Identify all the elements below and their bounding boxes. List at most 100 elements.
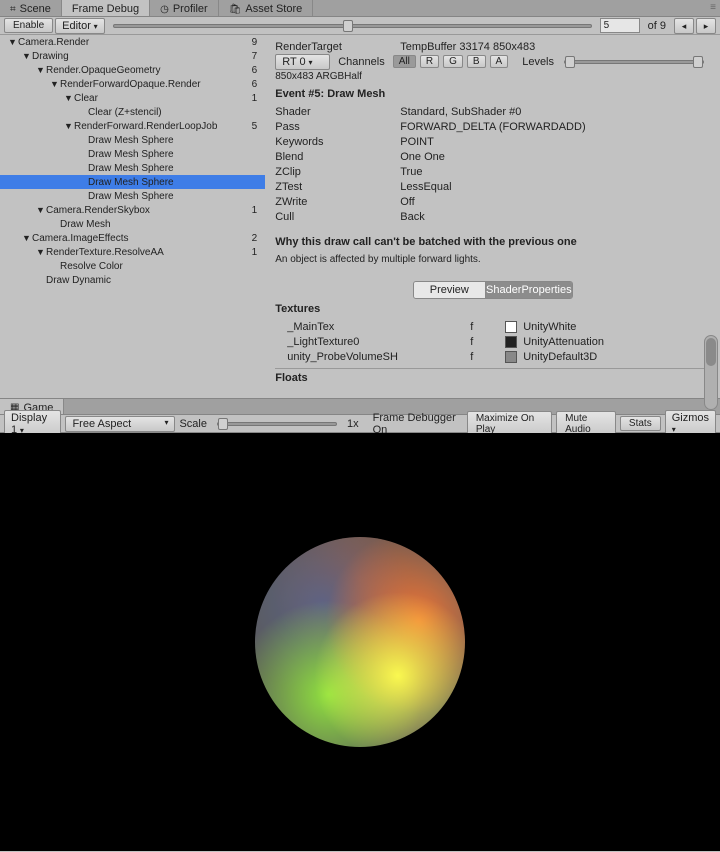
texture-row[interactable]: _MainTexfUnityWhite [275, 319, 710, 334]
tab-asset-store[interactable]: 🛍Asset Store [219, 0, 314, 16]
tree-row[interactable]: ▼Camera.ImageEffects2 [0, 231, 265, 245]
rendertarget-label: RenderTarget [275, 41, 400, 53]
tree-row[interactable]: ▼RenderTexture.ResolveAA1 [0, 245, 265, 259]
tab-frame-debug[interactable]: Frame Debug [62, 0, 150, 16]
aspect-dropdown[interactable]: Free Aspect ▾ [65, 416, 175, 432]
foldout-icon[interactable]: ▼ [36, 65, 46, 75]
tree-row[interactable]: ▼Camera.RenderSkybox1 [0, 203, 265, 217]
frame-total: of 9 [642, 20, 672, 32]
tree-count: 7 [252, 51, 262, 62]
foldout-icon[interactable]: ▼ [64, 93, 74, 103]
frame-slider[interactable] [113, 24, 592, 28]
tree-label: RenderForward.RenderLoopJob [74, 121, 252, 132]
rt-dropdown[interactable]: RT 0 ▾ [275, 54, 330, 70]
tree-row[interactable]: Draw Dynamic [0, 273, 265, 287]
tree-row[interactable]: Draw Mesh Sphere [0, 133, 265, 147]
scale-value: 1x [347, 418, 359, 430]
texture-swatch-icon [505, 321, 517, 333]
tree-count: 6 [252, 79, 262, 90]
next-frame-button[interactable]: ▸ [696, 18, 716, 34]
tree-row[interactable]: ▼Camera.Render9 [0, 35, 265, 49]
tree-label: Camera.ImageEffects [32, 233, 252, 244]
shader-properties-button[interactable]: ShaderProperties [486, 282, 572, 298]
texture-row[interactable]: _LightTexture0fUnityAttenuation [275, 334, 710, 349]
tree-label: Render.OpaqueGeometry [46, 65, 252, 76]
texture-swatch-icon [505, 351, 517, 363]
tree-count: 1 [252, 247, 262, 258]
detail-scrollbar[interactable] [704, 335, 718, 410]
stats-button[interactable]: Stats [620, 416, 661, 431]
channel-r-button[interactable]: R [420, 55, 439, 68]
tree-count: 1 [252, 93, 262, 104]
asset-store-icon: 🛍 [229, 4, 242, 15]
editor-tabs: ⌗Scene Frame Debug ◷Profiler 🛍Asset Stor… [0, 0, 720, 17]
tree-label: Clear [74, 93, 252, 104]
tree-row[interactable]: ▼RenderForwardOpaque.Render6 [0, 77, 265, 91]
levels-slider[interactable] [564, 60, 704, 64]
detail-row: PassFORWARD_DELTA (FORWARDADD) [275, 119, 710, 134]
tree-row[interactable]: ▼Clear1 [0, 91, 265, 105]
tree-row[interactable]: Draw Mesh Sphere [0, 161, 265, 175]
tree-label: Camera.Render [18, 37, 252, 48]
scale-slider[interactable] [217, 422, 337, 426]
tree-label: RenderForwardOpaque.Render [60, 79, 252, 90]
tree-count: 1 [252, 205, 262, 216]
tree-count: 2 [252, 233, 262, 244]
profiler-icon: ◷ [160, 4, 169, 15]
detail-row: ZTestLessEqual [275, 179, 710, 194]
detail-row: ShaderStandard, SubShader #0 [275, 104, 710, 119]
dock-menu-icon[interactable]: ≡ [706, 0, 720, 16]
scene-icon: ⌗ [10, 4, 16, 15]
frame-number-input[interactable] [600, 18, 640, 33]
preview-shader-switch: Preview ShaderProperties [413, 281, 573, 299]
foldout-icon[interactable]: ▼ [36, 205, 46, 215]
tree-label: Draw Mesh Sphere [88, 191, 257, 202]
tab-scene[interactable]: ⌗Scene [0, 0, 62, 16]
prev-frame-button[interactable]: ◂ [674, 18, 694, 34]
channel-a-button[interactable]: A [490, 55, 509, 68]
batch-reason: An object is affected by multiple forwar… [275, 252, 710, 267]
editor-dropdown[interactable]: Editor ▾ [55, 18, 105, 34]
channels-label: Channels [334, 56, 388, 68]
channel-all-button[interactable]: All [393, 55, 416, 68]
foldout-icon[interactable]: ▼ [36, 247, 46, 257]
frame-debug-toolbar: Enable Editor ▾ of 9 ◂ ▸ [0, 17, 720, 35]
tree-row[interactable]: Draw Mesh Sphere [0, 147, 265, 161]
tree-label: Clear (Z+stencil) [88, 107, 257, 118]
tree-label: Resolve Color [60, 261, 257, 272]
detail-row: CullBack [275, 209, 710, 224]
tree-label: Draw Mesh [60, 219, 257, 230]
tree-label: Draw Mesh Sphere [88, 149, 257, 160]
detail-row: KeywordsPOINT [275, 134, 710, 149]
game-view[interactable] [0, 433, 720, 851]
levels-label: Levels [512, 56, 554, 68]
tree-row[interactable]: Clear (Z+stencil) [0, 105, 265, 119]
tree-count: 5 [252, 121, 262, 132]
tab-profiler[interactable]: ◷Profiler [150, 0, 219, 16]
tree-row[interactable]: ▼Drawing7 [0, 49, 265, 63]
texture-row[interactable]: unity_ProbeVolumeSHfUnityDefault3D [275, 349, 710, 364]
detail-pane: RenderTargetTempBuffer 33174 850x483 RT … [265, 35, 720, 398]
foldout-icon[interactable]: ▼ [50, 79, 60, 89]
foldout-icon[interactable]: ▼ [8, 37, 18, 47]
tree-row[interactable]: Draw Mesh Sphere [0, 189, 265, 203]
tree-label: RenderTexture.ResolveAA [46, 247, 252, 258]
foldout-icon[interactable]: ▼ [22, 233, 32, 243]
foldout-icon[interactable]: ▼ [22, 51, 32, 61]
tree-row[interactable]: ▼Render.OpaqueGeometry6 [0, 63, 265, 77]
tree-row[interactable]: Resolve Color [0, 259, 265, 273]
tree-row[interactable]: Draw Mesh [0, 217, 265, 231]
tree-row[interactable]: ▼RenderForward.RenderLoopJob5 [0, 119, 265, 133]
rt-dimensions: 850x483 ARGBHalf [275, 69, 710, 84]
tree-row[interactable]: Draw Mesh Sphere [0, 175, 265, 189]
texture-swatch-icon [505, 336, 517, 348]
foldout-icon[interactable]: ▼ [64, 121, 74, 131]
rendertarget-value: TempBuffer 33174 850x483 [400, 41, 535, 53]
floats-header: Floats [275, 368, 710, 384]
draw-call-tree[interactable]: ▼Camera.Render9▼Drawing7▼Render.OpaqueGe… [0, 35, 265, 398]
preview-button[interactable]: Preview [414, 282, 486, 298]
textures-header: Textures [275, 303, 710, 315]
channel-b-button[interactable]: B [467, 55, 486, 68]
channel-g-button[interactable]: G [443, 55, 463, 68]
enable-button[interactable]: Enable [4, 18, 53, 33]
